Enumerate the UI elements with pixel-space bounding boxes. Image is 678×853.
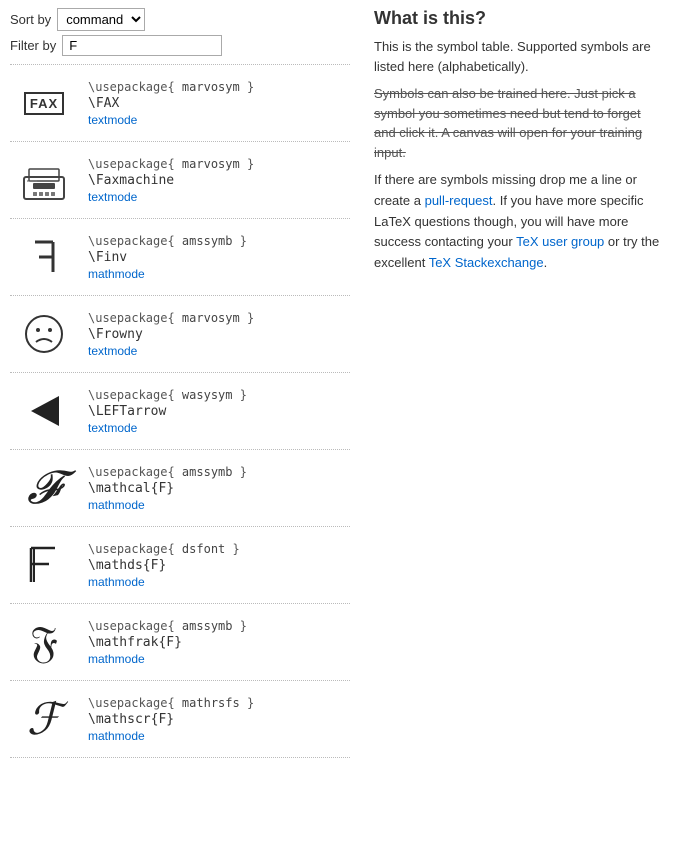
symbol-icon-faxmachine	[14, 150, 74, 210]
symbol-info-mathcal: \usepackage{ amssymb } \mathcal{F} mathm…	[88, 465, 247, 512]
mathds-svg	[19, 540, 69, 590]
symbol-info-mathds: \usepackage{ dsfont } \mathds{F} mathmod…	[88, 542, 240, 589]
desc3-final: .	[544, 255, 548, 270]
sort-select[interactable]: command package mode	[57, 8, 145, 31]
symbol-command-faxmachine: \Faxmachine	[88, 173, 254, 188]
symbol-package-mathscr: \usepackage{ mathrsfs }	[88, 696, 254, 710]
symbol-mode-mathcal: mathmode	[88, 498, 247, 512]
symbol-command-mathcal: \mathcal{F}	[88, 481, 247, 496]
symbol-info-fax: \usepackage{ marvosym } \FAX textmode	[88, 80, 254, 127]
symbol-info-leftarrow: \usepackage{ wasysym } \LEFTarrow textmo…	[88, 388, 247, 435]
filter-label: Filter by	[10, 38, 56, 53]
strikethrough-text: Symbols can also be trained here. Just p…	[374, 86, 642, 160]
symbol-list: FAX \usepackage{ marvosym } \FAX textmod…	[10, 64, 350, 758]
symbol-mode-leftarrow: textmode	[88, 421, 247, 435]
leftarrow-svg	[19, 386, 69, 436]
symbol-package-mathcal: \usepackage{ amssymb }	[88, 465, 247, 479]
symbol-item-mathscr[interactable]: ℱ \usepackage{ mathrsfs } \mathscr{F} ma…	[10, 681, 350, 758]
symbol-command-mathscr: \mathscr{F}	[88, 712, 254, 727]
controls: Sort by command package mode Filter by	[10, 8, 350, 56]
left-panel: Sort by command package mode Filter by F…	[0, 0, 360, 853]
symbol-command-leftarrow: \LEFTarrow	[88, 404, 247, 419]
symbol-package-mathds: \usepackage{ dsfont }	[88, 542, 240, 556]
symbol-info-faxmachine: \usepackage{ marvosym } \Faxmachine text…	[88, 157, 254, 204]
symbol-icon-mathcal: 𝓕	[14, 458, 74, 518]
symbol-command-mathfrak: \mathfrak{F}	[88, 635, 247, 650]
symbol-mode-finv: mathmode	[88, 267, 247, 281]
symbol-mode-frowny: textmode	[88, 344, 254, 358]
symbol-icon-mathfrak: 𝔉	[14, 612, 74, 672]
symbol-item-finv[interactable]: \usepackage{ amssymb } \Finv mathmode	[10, 219, 350, 296]
symbol-package-leftarrow: \usepackage{ wasysym }	[88, 388, 247, 402]
mathcal-f-icon: 𝓕	[27, 461, 61, 516]
right-panel-desc3: If there are symbols missing drop me a l…	[374, 170, 664, 274]
page: Sort by command package mode Filter by F…	[0, 0, 678, 853]
symbol-mode-fax: textmode	[88, 113, 254, 127]
right-panel-title: What is this?	[374, 8, 664, 29]
symbol-info-finv: \usepackage{ amssymb } \Finv mathmode	[88, 234, 247, 281]
symbol-icon-fax: FAX	[14, 73, 74, 133]
right-panel-desc1: This is the symbol table. Supported symb…	[374, 37, 664, 76]
fax-icon: FAX	[24, 92, 64, 115]
symbol-icon-mathds	[14, 535, 74, 595]
tex-stackexchange-link[interactable]: TeX Stackexchange	[429, 255, 544, 270]
symbol-icon-finv	[14, 227, 74, 287]
symbol-package-fax: \usepackage{ marvosym }	[88, 80, 254, 94]
symbol-mode-faxmachine: textmode	[88, 190, 254, 204]
symbol-package-faxmachine: \usepackage{ marvosym }	[88, 157, 254, 171]
symbol-item-mathcal[interactable]: 𝓕 \usepackage{ amssymb } \mathcal{F} mat…	[10, 450, 350, 527]
symbol-mode-mathfrak: mathmode	[88, 652, 247, 666]
symbol-command-frowny: \Frowny	[88, 327, 254, 342]
symbol-mode-mathscr: mathmode	[88, 729, 254, 743]
symbol-info-frowny: \usepackage{ marvosym } \Frowny textmode	[88, 311, 254, 358]
right-panel-desc2: Symbols can also be trained here. Just p…	[374, 84, 664, 162]
sort-label: Sort by	[10, 12, 51, 27]
symbol-item-faxmachine[interactable]: \usepackage{ marvosym } \Faxmachine text…	[10, 142, 350, 219]
faxmachine-svg	[19, 155, 69, 205]
symbol-icon-frowny	[14, 304, 74, 364]
frowny-svg	[19, 309, 69, 359]
symbol-info-mathfrak: \usepackage{ amssymb } \mathfrak{F} math…	[88, 619, 247, 666]
symbol-package-finv: \usepackage{ amssymb }	[88, 234, 247, 248]
symbol-mode-mathds: mathmode	[88, 575, 240, 589]
tex-user-group-link[interactable]: TeX user group	[516, 234, 604, 249]
sort-row: Sort by command package mode	[10, 8, 350, 31]
symbol-icon-leftarrow	[14, 381, 74, 441]
symbol-icon-mathscr: ℱ	[14, 689, 74, 749]
symbol-item-mathfrak[interactable]: 𝔉 \usepackage{ amssymb } \mathfrak{F} ma…	[10, 604, 350, 681]
symbol-command-mathds: \mathds{F}	[88, 558, 240, 573]
finv-svg	[19, 232, 69, 282]
symbol-info-mathscr: \usepackage{ mathrsfs } \mathscr{F} math…	[88, 696, 254, 743]
symbol-package-mathfrak: \usepackage{ amssymb }	[88, 619, 247, 633]
filter-row: Filter by	[10, 35, 350, 56]
symbol-package-frowny: \usepackage{ marvosym }	[88, 311, 254, 325]
mathfrak-f-icon: 𝔉	[30, 617, 58, 668]
symbol-item-fax[interactable]: FAX \usepackage{ marvosym } \FAX textmod…	[10, 65, 350, 142]
right-panel: What is this? This is the symbol table. …	[360, 0, 678, 853]
symbol-item-mathds[interactable]: \usepackage{ dsfont } \mathds{F} mathmod…	[10, 527, 350, 604]
symbol-item-frowny[interactable]: \usepackage{ marvosym } \Frowny textmode	[10, 296, 350, 373]
symbol-command-finv: \Finv	[88, 250, 247, 265]
filter-input[interactable]	[62, 35, 222, 56]
pull-request-link[interactable]: pull-request	[425, 193, 493, 208]
symbol-item-leftarrow[interactable]: \usepackage{ wasysym } \LEFTarrow textmo…	[10, 373, 350, 450]
symbol-command-fax: \FAX	[88, 96, 254, 111]
mathscr-f-icon: ℱ	[27, 694, 62, 745]
